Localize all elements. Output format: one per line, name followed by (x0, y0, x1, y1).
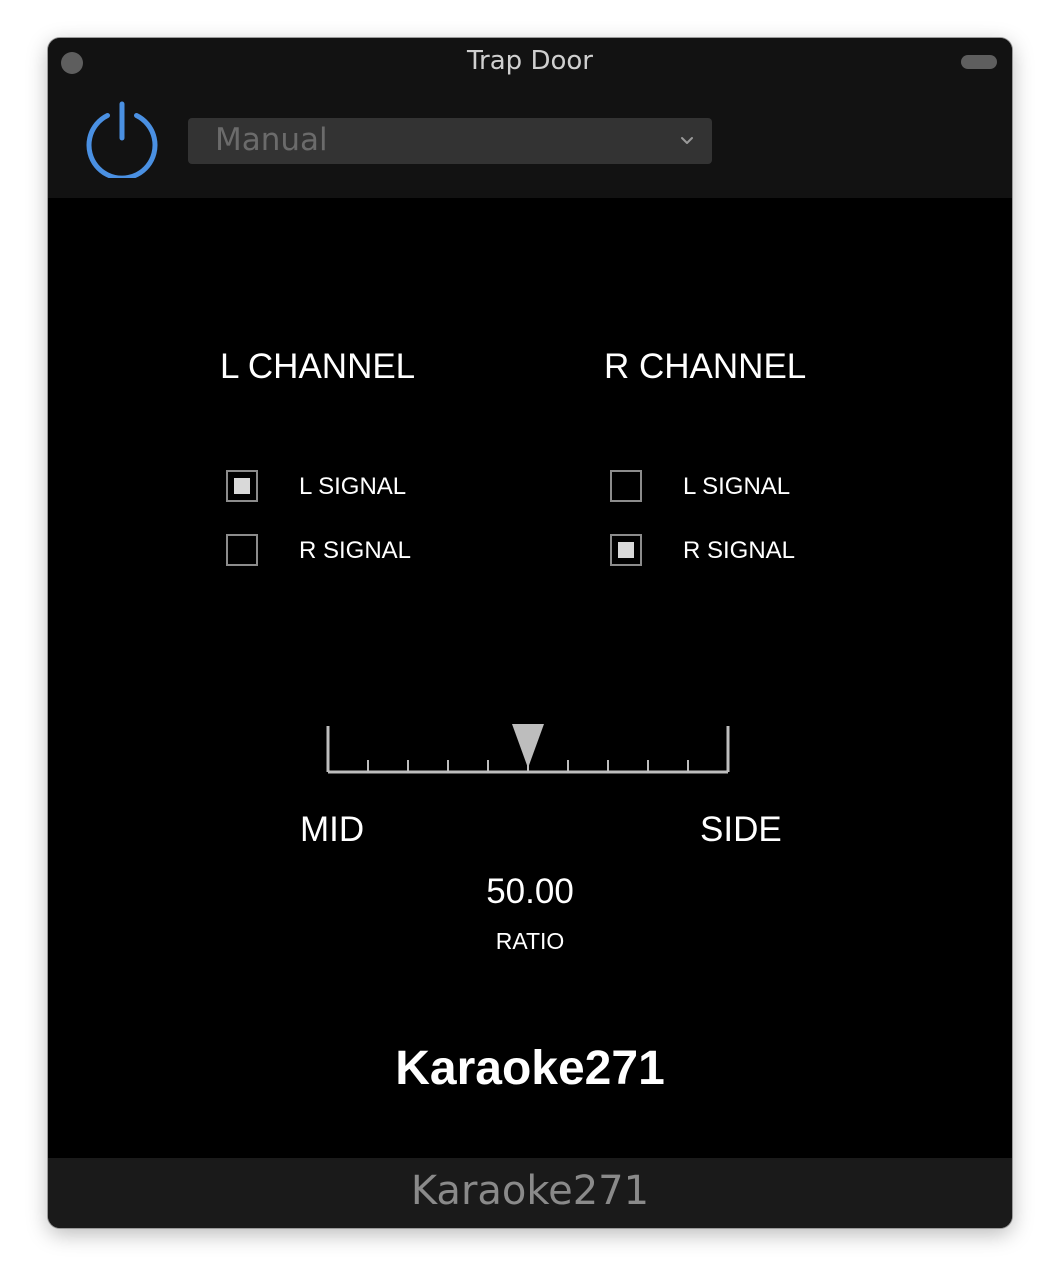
chevron-down-icon (681, 137, 693, 144)
slider-thumb[interactable] (512, 724, 544, 768)
r-channel-r-signal-checkbox[interactable] (610, 534, 642, 566)
l-channel-r-signal-label: R SIGNAL (299, 537, 412, 564)
r-channel-r-signal-label: R SIGNAL (683, 537, 796, 564)
r-channel-l-signal-checkbox[interactable] (610, 470, 642, 502)
l-channel-title: L CHANNEL (220, 347, 416, 386)
ratio-slider[interactable] (322, 722, 742, 782)
preset-value: Manual (215, 122, 328, 158)
title-bar: Trap Door Manual (48, 38, 1012, 198)
window-options-button[interactable] (961, 55, 997, 69)
footer-bar: Karaoke271 (48, 1158, 1012, 1228)
power-button[interactable] (82, 98, 162, 181)
side-label: SIDE (700, 810, 782, 849)
footer-text: Karaoke271 (410, 1168, 650, 1214)
checkbox-fill (234, 478, 250, 494)
ratio-value: 50.00 (486, 872, 574, 911)
checkbox-fill (618, 542, 634, 558)
power-icon (86, 101, 158, 181)
r-channel-title: R CHANNEL (604, 347, 807, 386)
brand-name: Karaoke271 (395, 1042, 665, 1095)
plugin-window: Trap Door Manual L CHANNEL L SIGNAL R SI… (48, 38, 1012, 1228)
preset-dropdown[interactable]: Manual (188, 118, 712, 164)
ratio-label: RATIO (495, 928, 565, 954)
l-channel-r-signal-checkbox[interactable] (226, 534, 258, 566)
mid-label: MID (300, 810, 365, 849)
l-channel-l-signal-checkbox[interactable] (226, 470, 258, 502)
r-channel-l-signal-label: L SIGNAL (683, 473, 791, 500)
l-channel-l-signal-label: L SIGNAL (299, 473, 407, 500)
window-title: Trap Door (467, 46, 593, 76)
